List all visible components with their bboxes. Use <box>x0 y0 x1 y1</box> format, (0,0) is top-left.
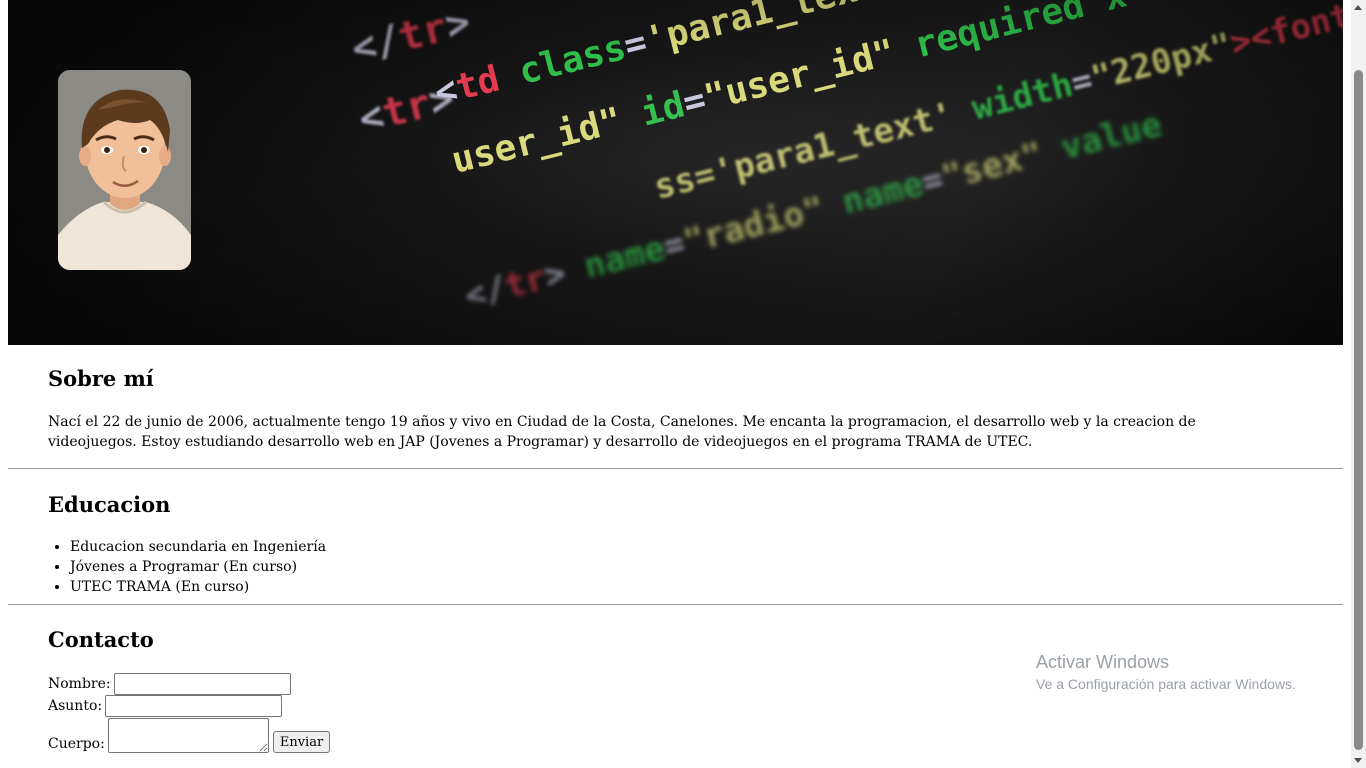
education-title: Educacion <box>48 492 171 517</box>
subject-row: Asunto: <box>48 695 283 717</box>
education-item: UTEC TRAMA (En curso) <box>70 577 326 597</box>
subject-label: Asunto: <box>48 698 103 714</box>
education-list: Educacion secundaria en Ingeniería Jóven… <box>48 537 326 597</box>
education-item: Jóvenes a Programar (En curso) <box>70 557 326 577</box>
name-label: Nombre: <box>48 676 111 692</box>
body-textarea[interactable] <box>107 718 269 753</box>
body-label: Cuerpo: <box>48 736 105 752</box>
profile-photo <box>58 70 191 270</box>
avatar-illustration <box>58 70 191 270</box>
scroll-up-arrow-icon[interactable] <box>1354 5 1362 10</box>
education-item: Educacion secundaria en Ingeniería <box>70 537 326 557</box>
education-section: Educacion Educacion secundaria en Ingeni… <box>8 469 1343 604</box>
contact-title: Contacto <box>48 627 154 652</box>
watermark-title: Activar Windows <box>1036 652 1170 672</box>
banner-vignette <box>8 0 1343 345</box>
header-banner: <td class= para1_lname" id="lname" requi… <box>8 0 1343 345</box>
about-section: Sobre mí Nací el 22 de junio de 2006, ac… <box>8 345 1343 468</box>
name-input[interactable] <box>113 673 291 695</box>
subject-input[interactable] <box>105 695 283 717</box>
watermark-subtitle: Ve a Configuración para activar Windows. <box>1036 676 1296 692</box>
scrollbar-thumb[interactable] <box>1354 70 1363 750</box>
about-text: Nací el 22 de junio de 2006, actualmente… <box>48 414 1196 450</box>
windows-activation-watermark: Activar Windows Ve a Configuración para … <box>1036 651 1296 694</box>
name-row: Nombre: <box>48 673 291 695</box>
body-row: Cuerpo: Enviar <box>48 718 331 753</box>
send-button[interactable]: Enviar <box>272 731 331 753</box>
about-title: Sobre mí <box>48 366 154 391</box>
scroll-down-arrow-icon[interactable] <box>1354 758 1362 763</box>
vertical-scrollbar[interactable] <box>1351 0 1366 768</box>
